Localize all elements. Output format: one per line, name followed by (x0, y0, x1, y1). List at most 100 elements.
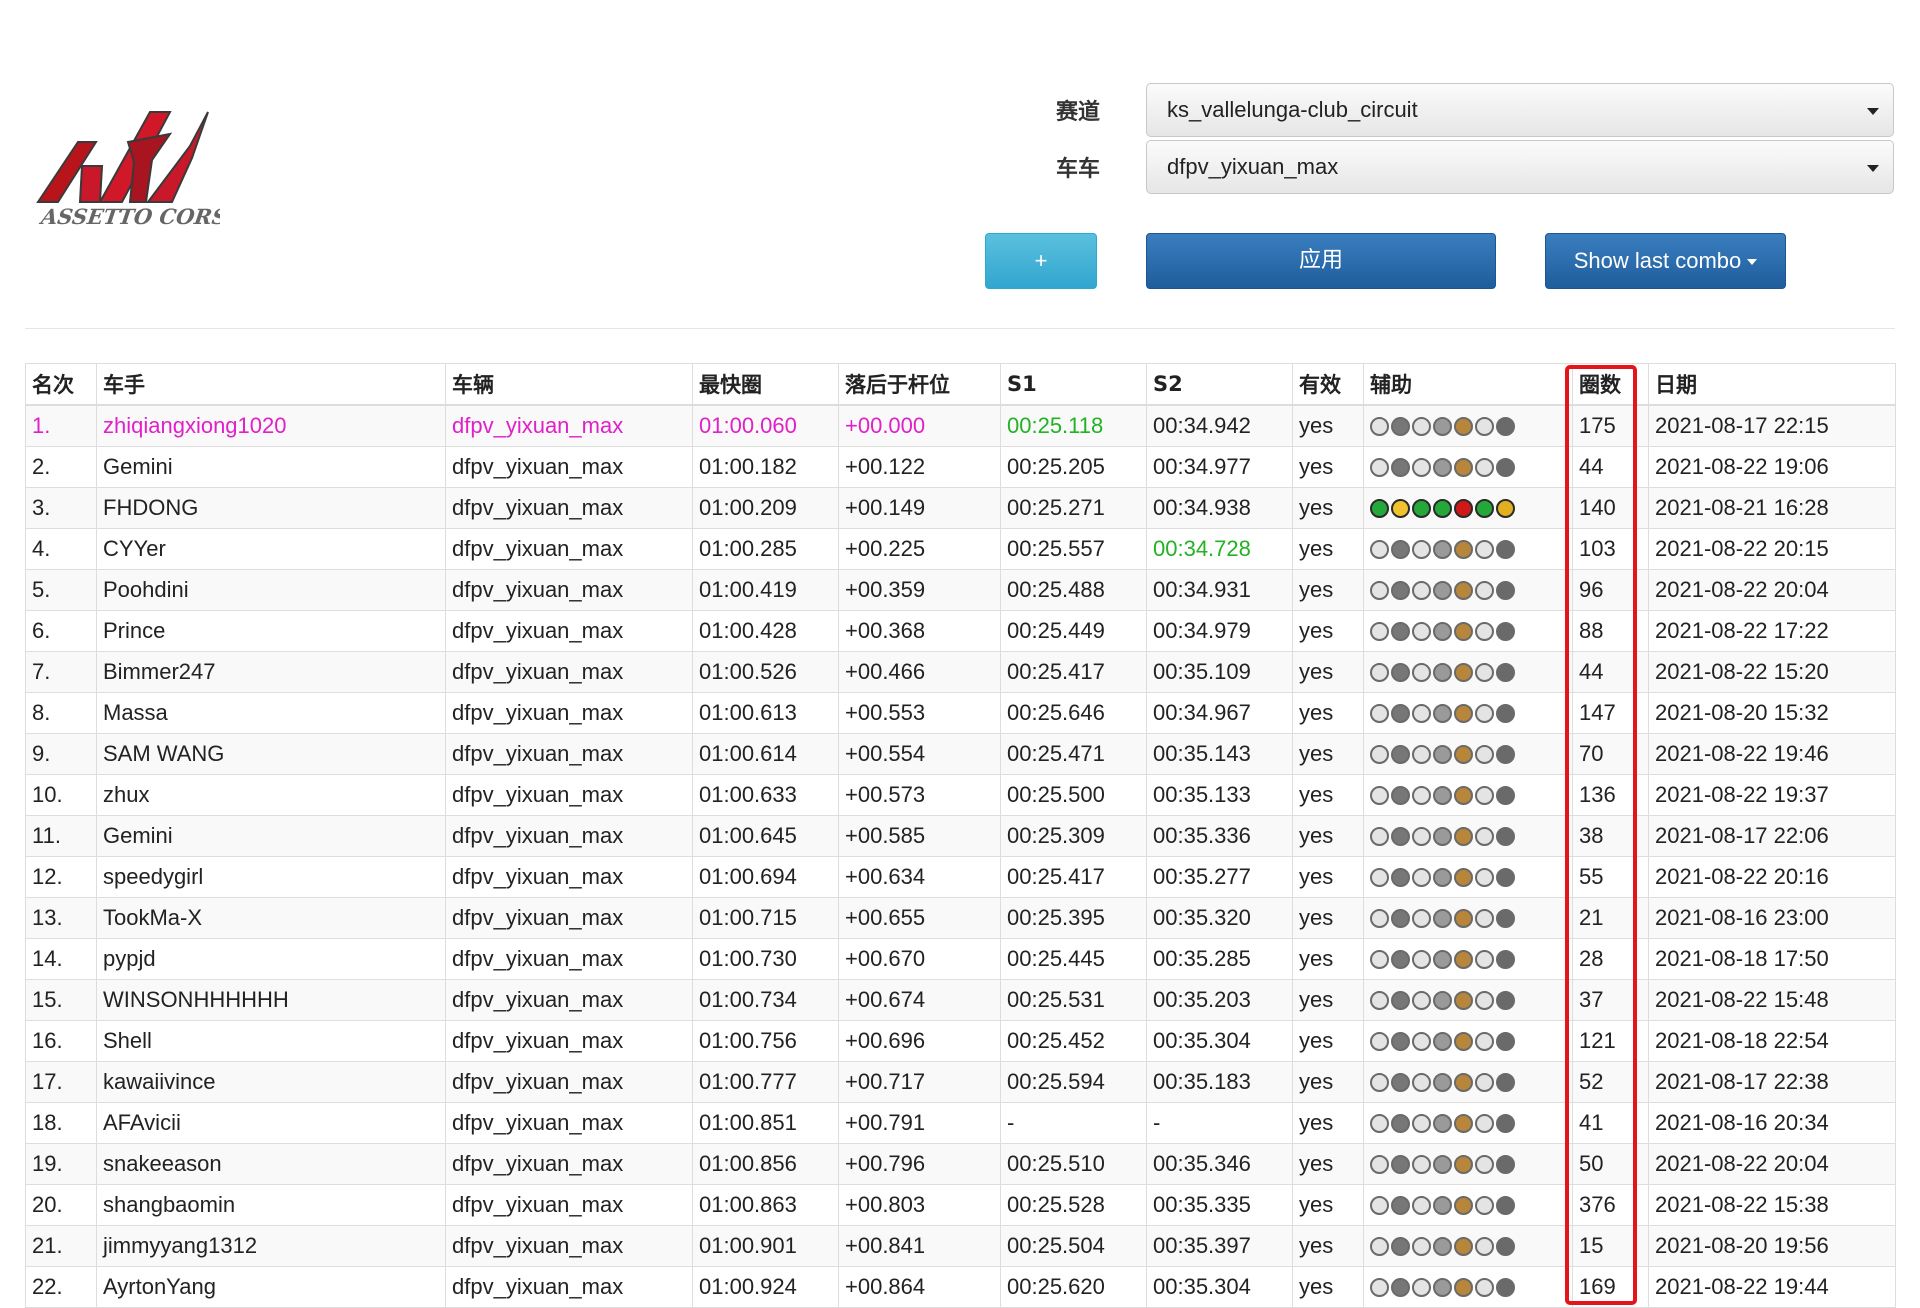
car-label: 车车 (1055, 157, 1100, 182)
rank-cell: 19. (25, 1143, 97, 1185)
aids-icons (1370, 908, 1572, 928)
s1-cell: 00:25.205 (1000, 446, 1147, 488)
date-cell: 2021-08-20 15:32 (1648, 692, 1896, 734)
stability-aid-icon (1412, 1072, 1431, 1092)
valid-cell: yes (1292, 1102, 1364, 1144)
show-last-combo-button[interactable]: Show last combo (1545, 233, 1786, 289)
date-cell: 2021-08-22 15:38 (1648, 1184, 1896, 1226)
col-rank[interactable]: 名次 (25, 363, 97, 406)
table-row: 6. Prince dfpv_yixuan_max 01:00.428 +00.368 0… (25, 610, 1896, 652)
col-car[interactable]: 车辆 (445, 363, 693, 406)
tyre-blankets-aid-icon (1454, 1195, 1473, 1215)
tyre-blankets-aid-icon (1454, 908, 1473, 928)
car-select[interactable]: dfpv_yixuan_max (1146, 140, 1894, 194)
col-best-lap[interactable]: 最快圈 (692, 363, 839, 406)
gap-cell: +00.670 (838, 938, 1001, 980)
ideal-line-aid-icon (1475, 498, 1494, 518)
rank-cell: 8. (25, 692, 97, 734)
laps-cell: 376 (1572, 1184, 1649, 1226)
col-laps[interactable]: 圈数 (1572, 363, 1649, 406)
stability-aid-icon (1412, 826, 1431, 846)
col-driver[interactable]: 车手 (96, 363, 446, 406)
s1-cell: 00:25.118 (1000, 404, 1147, 447)
driver-cell: AFAvicii (96, 1102, 446, 1144)
autoclutch-aid-icon (1433, 539, 1452, 559)
date-cell: 2021-08-20 19:56 (1648, 1225, 1896, 1267)
driver-cell: Poohdini (96, 569, 446, 611)
laps-cell: 121 (1572, 1020, 1649, 1062)
traction-control-aid-icon (1391, 1072, 1410, 1092)
gap-cell: +00.717 (838, 1061, 1001, 1103)
traction-control-aid-icon (1391, 990, 1410, 1010)
tyre-blankets-aid-icon (1454, 826, 1473, 846)
apply-button[interactable]: 应用 (1146, 233, 1496, 289)
driver-cell: SAM WANG (96, 733, 446, 775)
date-cell: 2021-08-18 22:54 (1648, 1020, 1896, 1062)
best-lap-cell: 01:00.730 (692, 938, 839, 980)
autoclutch-aid-icon (1433, 703, 1452, 723)
traction-control-aid-icon (1391, 826, 1410, 846)
date-cell: 2021-08-17 22:15 (1648, 404, 1896, 447)
col-s2[interactable]: S2 (1146, 363, 1293, 406)
aids-icons (1370, 621, 1572, 641)
table-row: 14. pypjd dfpv_yixuan_max 01:00.730 +00.670 0… (25, 938, 1896, 980)
valid-cell: yes (1292, 815, 1364, 857)
date-cell: 2021-08-22 20:15 (1648, 528, 1896, 570)
car-cell: dfpv_yixuan_max (445, 692, 693, 734)
col-gap[interactable]: 落后于杆位 (838, 363, 1001, 406)
aids-cell (1363, 856, 1573, 898)
divider (25, 328, 1895, 329)
laps-cell: 70 (1572, 733, 1649, 775)
autoclutch-aid-icon (1433, 1031, 1452, 1051)
stability-aid-icon (1412, 416, 1431, 436)
leaderboard-body: 1. zhiqiangxiong1020 dfpv_yixuan_max 01:00.… (25, 404, 1896, 1308)
s1-cell: 00:25.395 (1000, 897, 1147, 939)
date-cell: 2021-08-22 19:46 (1648, 733, 1896, 775)
aids-icons (1370, 580, 1572, 600)
best-lap-cell: 01:00.060 (692, 404, 839, 447)
col-aids[interactable]: 辅助 (1363, 363, 1573, 406)
date-cell: 2021-08-22 19:06 (1648, 446, 1896, 488)
autoclutch-aid-icon (1433, 826, 1452, 846)
rank-cell: 11. (25, 815, 97, 857)
s2-cell: 00:34.938 (1146, 487, 1293, 529)
stability-aid-icon (1412, 867, 1431, 887)
aids-cell (1363, 404, 1573, 447)
driver-cell: CYYer (96, 528, 446, 570)
col-valid[interactable]: 有效 (1292, 363, 1364, 406)
driver-cell: zhux (96, 774, 446, 816)
traction-control-aid-icon (1391, 621, 1410, 641)
auto-shifter-aid-icon (1496, 539, 1515, 559)
track-select[interactable]: ks_vallelunga-club_circuit (1146, 83, 1894, 137)
col-date[interactable]: 日期 (1648, 363, 1896, 406)
add-button[interactable]: + (985, 233, 1097, 289)
tyre-blankets-aid-icon (1454, 867, 1473, 887)
s2-cell: 00:34.967 (1146, 692, 1293, 734)
abs-aid-icon (1370, 621, 1389, 641)
s2-cell: 00:34.942 (1146, 404, 1293, 447)
best-lap-cell: 01:00.428 (692, 610, 839, 652)
tyre-blankets-aid-icon (1454, 498, 1473, 518)
best-lap-cell: 01:00.756 (692, 1020, 839, 1062)
col-s1[interactable]: S1 (1000, 363, 1147, 406)
aids-icons (1370, 1277, 1572, 1297)
aids-icons (1370, 498, 1572, 518)
s2-cell: 00:34.931 (1146, 569, 1293, 611)
aids-cell (1363, 938, 1573, 980)
ideal-line-aid-icon (1475, 826, 1494, 846)
rank-cell: 3. (25, 487, 97, 529)
aids-icons (1370, 785, 1572, 805)
car-cell: dfpv_yixuan_max (445, 856, 693, 898)
tyre-blankets-aid-icon (1454, 744, 1473, 764)
aids-cell (1363, 1225, 1573, 1267)
caret-down-icon (1747, 259, 1758, 266)
abs-aid-icon (1370, 580, 1389, 600)
traction-control-aid-icon (1391, 1277, 1410, 1297)
best-lap-cell: 01:00.182 (692, 446, 839, 488)
table-row: 4. CYYer dfpv_yixuan_max 01:00.285 +00.225 00… (25, 528, 1896, 570)
aids-icons (1370, 662, 1572, 682)
traction-control-aid-icon (1391, 908, 1410, 928)
auto-shifter-aid-icon (1496, 949, 1515, 969)
valid-cell: yes (1292, 610, 1364, 652)
best-lap-cell: 01:00.777 (692, 1061, 839, 1103)
